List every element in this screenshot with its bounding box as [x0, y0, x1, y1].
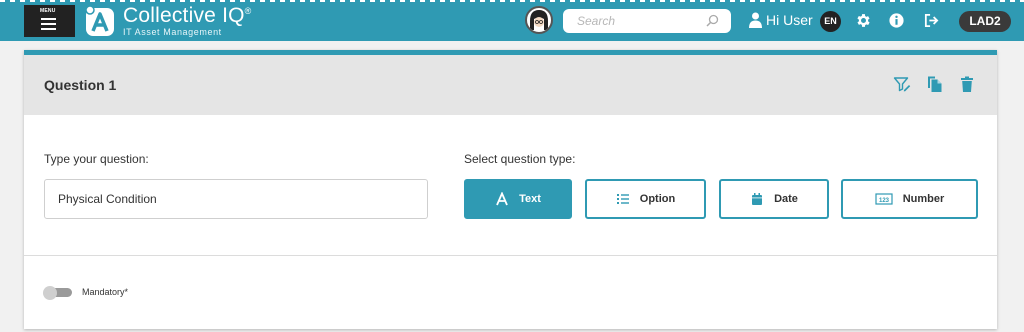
profile-badge[interactable]: LAD2: [959, 11, 1011, 32]
brand-tagline: IT Asset Management: [123, 27, 222, 37]
list-icon: [616, 194, 629, 204]
search-box: [563, 9, 731, 33]
type-date-label: Date: [774, 193, 798, 205]
language-switcher[interactable]: EN: [820, 11, 841, 32]
user-icon: [749, 12, 762, 28]
toggle-knob: [43, 286, 57, 300]
collective-iq-logo: [85, 5, 114, 36]
menu-label: MENU: [40, 8, 56, 14]
menu-button[interactable]: MENU: [24, 5, 75, 37]
user-greeting[interactable]: Hi User: [766, 12, 813, 28]
type-date-button[interactable]: Date: [719, 179, 829, 219]
search-input[interactable]: [577, 13, 707, 29]
type-text-label: Text: [519, 193, 541, 205]
top-navbar: MENU Collective IQ® IT Asset Management …: [0, 0, 1024, 41]
type-label: Select question type:: [464, 152, 576, 166]
svg-text:123: 123: [879, 198, 890, 204]
type-text-button[interactable]: Text: [464, 179, 572, 219]
copy-icon[interactable]: [926, 75, 944, 93]
calendar-icon: [752, 193, 763, 205]
question-label: Type your question:: [44, 152, 149, 166]
trademark-mark: ®: [244, 6, 252, 16]
question-input[interactable]: [44, 179, 428, 219]
question-title: Question 1: [44, 77, 117, 93]
section-divider: [24, 255, 997, 256]
type-option-label: Option: [639, 193, 676, 205]
brand-name-text: Collective IQ: [123, 4, 245, 27]
delete-icon[interactable]: [958, 75, 976, 93]
filter-edit-icon[interactable]: [893, 75, 911, 93]
gear-icon[interactable]: [855, 12, 872, 29]
question-header: Question 1: [24, 55, 997, 115]
avatar-face-icon: [530, 10, 548, 30]
logout-icon[interactable]: [923, 12, 940, 29]
avatar[interactable]: [525, 6, 553, 34]
mandatory-toggle[interactable]: [43, 286, 72, 300]
type-number-button[interactable]: 123 Number: [841, 179, 978, 219]
mandatory-label: Mandatory*: [82, 287, 129, 297]
dashed-border: [0, 0, 1024, 2]
question-card: Question 1 Type your question: Select qu…: [24, 50, 997, 329]
type-number-label: Number: [902, 193, 945, 205]
search-icon[interactable]: [704, 13, 720, 29]
info-icon[interactable]: [888, 12, 905, 29]
brand-name: Collective IQ®: [123, 4, 251, 28]
text-type-icon: [496, 192, 508, 206]
type-option-button[interactable]: Option: [585, 179, 706, 219]
number-icon: 123: [875, 193, 893, 205]
hamburger-icon: [41, 18, 56, 30]
